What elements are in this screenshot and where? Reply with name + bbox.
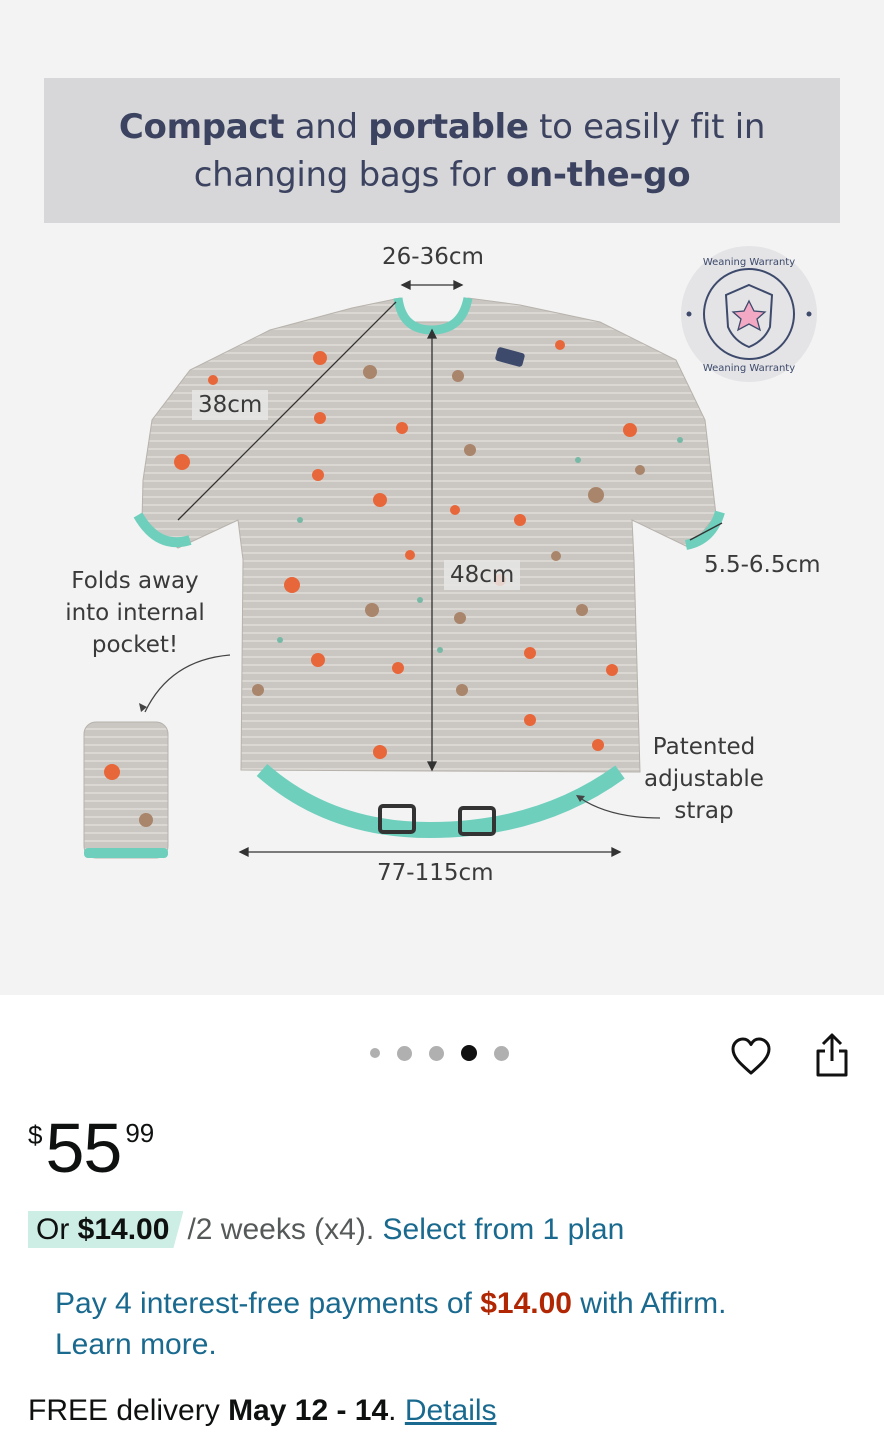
weaning-warranty-seal: Weaning Warranty Weaning Warranty [681, 246, 817, 382]
note-line: into internal [65, 600, 205, 626]
price-fraction: 99 [125, 1118, 155, 1148]
share-icon [816, 1033, 848, 1077]
carousel-dot[interactable] [397, 1045, 412, 1061]
bib-illustration [83, 279, 725, 859]
carousel-dot[interactable] [494, 1045, 509, 1061]
affirm-text: Pay 4 interest-free payments of [55, 1287, 481, 1320]
note-line: Folds away [71, 568, 199, 594]
affirm-text: with Affirm. [571, 1287, 727, 1320]
folds-away-note: Folds away into internal pocket! [62, 565, 208, 661]
product-price: $ 55 99 [28, 1108, 154, 1188]
select-plan-link[interactable]: Select from 1 plan [383, 1213, 625, 1246]
seal-text-top: Weaning Warranty [703, 257, 795, 268]
affirm-offer[interactable]: Pay 4 interest-free payments of $14.00 w… [55, 1283, 855, 1365]
affirm-learn-more-link[interactable]: Learn more. [55, 1328, 217, 1361]
carousel-dot[interactable] [370, 1048, 380, 1058]
note-line: Patented [652, 734, 756, 760]
delivery-prefix: FREE delivery [28, 1394, 229, 1427]
strap-note: Patented adjustable strap [636, 731, 772, 827]
installment-offer: Or $14.00/2 weeks (x4). Select from 1 pl… [28, 1208, 624, 1252]
product-image[interactable]: Compact and portable to easily fit in ch… [0, 0, 884, 995]
favorite-button[interactable] [727, 1032, 775, 1080]
carousel-dot-active[interactable] [461, 1045, 477, 1061]
price-whole: 55 [45, 1109, 122, 1187]
note-line: strap [674, 798, 734, 824]
delivery-separator: . [388, 1394, 405, 1427]
delivery-details-link[interactable]: Details [405, 1394, 497, 1427]
note-line: adjustable [644, 766, 764, 792]
strap-dimension: 77-115cm [377, 860, 494, 886]
installment-term: /2 weeks (x4). [187, 1213, 383, 1246]
installment-amount: $14.00 [77, 1213, 170, 1246]
sleeve-dimension: 38cm [192, 390, 269, 420]
installment-prefix: Or [36, 1213, 78, 1246]
cuff-dimension: 5.5-6.5cm [704, 552, 821, 578]
carousel-dot[interactable] [429, 1045, 444, 1061]
seal-text-bottom: Weaning Warranty [703, 363, 795, 374]
note-line: pocket! [91, 632, 179, 658]
delivery-info: FREE delivery May 12 - 14. Details [28, 1390, 497, 1432]
delivery-dates: May 12 - 14 [228, 1394, 389, 1427]
affirm-amount: $14.00 [480, 1287, 572, 1320]
carousel-indicators[interactable] [370, 1045, 509, 1061]
length-dimension: 48cm [444, 560, 521, 590]
price-currency: $ [28, 1120, 43, 1150]
installment-highlight: Or $14.00 [28, 1211, 183, 1248]
heart-icon [731, 1037, 771, 1075]
share-button[interactable] [808, 1031, 856, 1079]
neck-dimension: 26-36cm [382, 244, 484, 270]
